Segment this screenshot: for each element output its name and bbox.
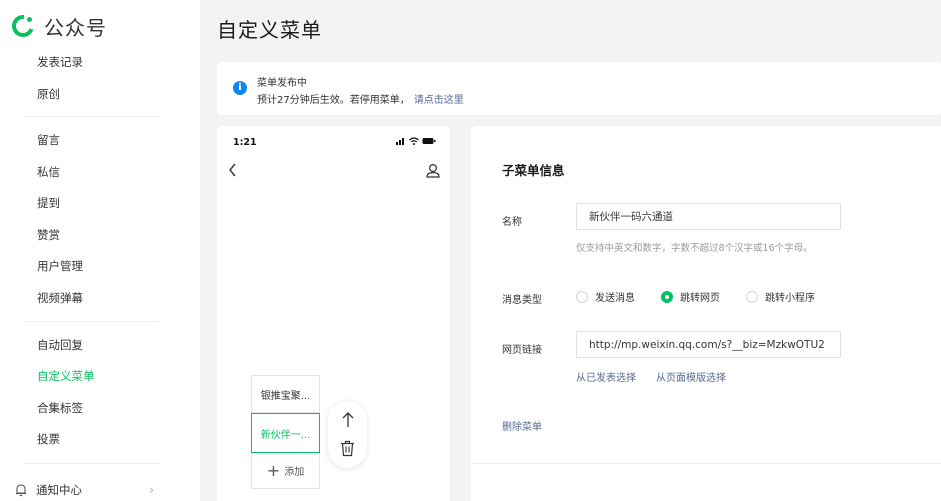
sidebar-item-video-danmaku[interactable]: 视频弹幕 xyxy=(37,290,83,306)
panel-divider xyxy=(471,463,941,464)
battery-icon xyxy=(422,138,436,144)
plus-icon: + xyxy=(266,460,281,480)
radio-label: 发送消息 xyxy=(595,293,635,304)
panel-title: 子菜单信息 xyxy=(502,163,565,178)
webpage-link-input[interactable] xyxy=(576,331,841,358)
notification-center-label: 通知中心 xyxy=(36,483,82,497)
sidebar-item-votes[interactable]: 投票 xyxy=(37,431,60,447)
sidebar-item-comments[interactable]: 留言 xyxy=(37,132,60,148)
logo[interactable]: 公众号 xyxy=(10,12,107,40)
sidebar-item-publish-records[interactable]: 发表记录 xyxy=(37,54,83,70)
select-from-published-link[interactable]: 从已发表选择 xyxy=(576,369,636,384)
sidebar: 公众号 发表记录 原创 留言 私信 提到 赞赏 用户管理 视频弹幕 自动回复 自… xyxy=(0,0,200,501)
delete-menu-link[interactable]: 删除菜单 xyxy=(502,418,542,433)
publish-notice: i 菜单发布中 预计27分钟后生效。若停用菜单， 请点击这里 xyxy=(217,62,941,115)
radio-label: 跳转网页 xyxy=(680,293,720,304)
submenu-list: 银推宝聚... 新伙伴一... + 添加 xyxy=(251,375,320,489)
message-type-radio-group: 发送消息 跳转网页 跳转小程序 xyxy=(576,289,841,304)
sidebar-item-notification-center[interactable]: 通知中心 › xyxy=(14,482,154,498)
profile-icon[interactable] xyxy=(426,163,440,178)
name-label: 名称 xyxy=(502,217,522,228)
sidebar-item-user-management[interactable]: 用户管理 xyxy=(37,258,83,274)
submenu-item[interactable]: 银推宝聚... xyxy=(251,375,320,413)
logo-text: 公众号 xyxy=(44,15,107,40)
trash-icon[interactable] xyxy=(340,440,355,457)
sidebar-item-messages[interactable]: 私信 xyxy=(37,164,60,180)
status-bar-time: 1:21 xyxy=(233,137,257,148)
signal-icon xyxy=(396,138,404,145)
sidebar-item-rewards[interactable]: 赞赏 xyxy=(37,227,60,243)
wifi-icon xyxy=(409,137,419,145)
disable-menu-link[interactable]: 请点击这里 xyxy=(414,95,464,106)
notice-description-text: 预计27分钟后生效。若停用菜单， xyxy=(257,95,410,106)
bell-icon xyxy=(16,484,26,497)
name-hint: 仅支持中英文和数字，字数不超过8个汉字或16个字母。 xyxy=(576,243,813,254)
webpage-link-label: 网页链接 xyxy=(502,345,542,356)
select-from-template-link[interactable]: 从页面模版选择 xyxy=(656,369,726,384)
sidebar-item-custom-menu[interactable]: 自定义菜单 xyxy=(37,368,95,384)
sidebar-divider xyxy=(24,463,159,464)
add-submenu-label: 添加 xyxy=(284,467,305,478)
notice-description: 预计27分钟后生效。若停用菜单， 请点击这里 xyxy=(257,91,464,106)
back-icon[interactable] xyxy=(227,162,239,178)
sidebar-item-original[interactable]: 原创 xyxy=(37,86,60,102)
status-bar-icons xyxy=(396,137,436,145)
radio-label: 跳转小程序 xyxy=(765,293,815,304)
radio-send-message[interactable]: 发送消息 xyxy=(576,289,635,304)
radio-circle xyxy=(576,290,588,303)
radio-jump-webpage[interactable]: 跳转网页 xyxy=(661,289,720,304)
wechat-official-account-logo-icon xyxy=(12,15,34,37)
sidebar-item-auto-reply[interactable]: 自动回复 xyxy=(37,337,83,353)
radio-circle xyxy=(746,290,758,303)
radio-jump-miniprogram[interactable]: 跳转小程序 xyxy=(746,289,815,304)
sidebar-item-collection-tags[interactable]: 合集标签 xyxy=(37,400,83,416)
message-type-label: 消息类型 xyxy=(502,295,542,306)
sidebar-divider xyxy=(24,116,159,117)
page-title: 自定义菜单 xyxy=(217,18,322,42)
sidebar-divider xyxy=(24,321,159,322)
submenu-info-panel: 子菜单信息 名称 仅支持中英文和数字，字数不超过8个汉字或16个字母。 消息类型… xyxy=(471,126,941,501)
arrow-up-icon[interactable] xyxy=(340,411,356,429)
name-input[interactable] xyxy=(576,203,841,230)
submenu-item-selected[interactable]: 新伙伴一... xyxy=(251,413,320,453)
sidebar-item-mentions[interactable]: 提到 xyxy=(37,195,60,211)
radio-circle-checked xyxy=(661,290,673,303)
phone-preview: 1:21 银推宝聚... 新伙伴一... + 添加 xyxy=(217,126,450,501)
add-submenu-button[interactable]: + 添加 xyxy=(251,453,320,489)
info-icon: i xyxy=(233,81,247,95)
submenu-tools xyxy=(328,401,367,468)
chevron-right-icon: › xyxy=(149,483,154,497)
notice-title: 菜单发布中 xyxy=(257,78,307,89)
